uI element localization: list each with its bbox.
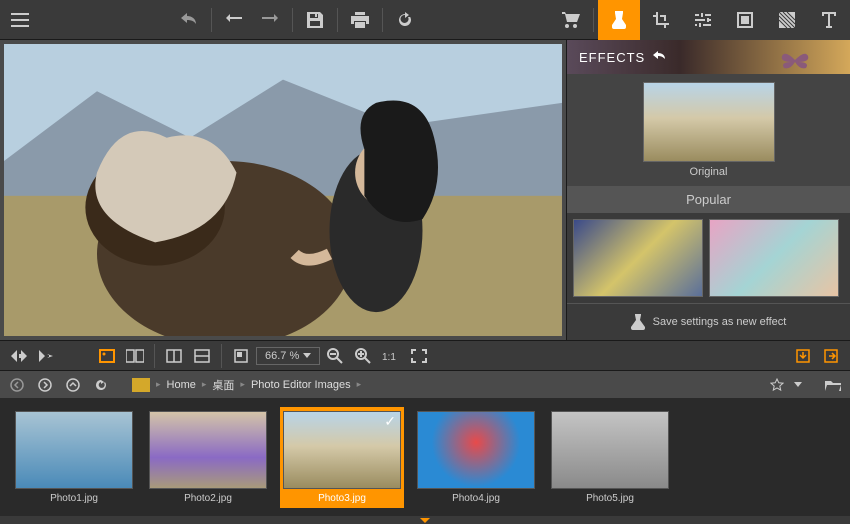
nav-refresh-button[interactable]: [90, 374, 112, 396]
main-image: [4, 44, 562, 336]
fit-screen-button[interactable]: [406, 343, 432, 369]
original-thumbnail[interactable]: [643, 82, 775, 162]
refresh-button[interactable]: [387, 0, 423, 40]
top-toolbar: [0, 0, 850, 40]
undo-button[interactable]: [171, 0, 207, 40]
effects-title: EFFECTS: [579, 50, 645, 65]
split-horizontal-button[interactable]: [189, 343, 215, 369]
nav-back-button[interactable]: [6, 374, 28, 396]
popular-header: Popular: [567, 186, 850, 213]
text-tab[interactable]: [808, 0, 850, 40]
undo-arrow-button[interactable]: [216, 0, 252, 40]
thumbnail-image: [149, 411, 267, 489]
frames-tab[interactable]: [724, 0, 766, 40]
favorite-button[interactable]: [766, 374, 788, 396]
collapse-strip-button[interactable]: [0, 516, 850, 524]
folder-icon: [132, 378, 150, 392]
compare-view-button[interactable]: [122, 343, 148, 369]
chevron-down-icon: [303, 353, 311, 358]
original-label: Original: [575, 166, 842, 178]
view-toolbar: 66.7 % 1:1: [0, 340, 850, 370]
film-strip: Photo1.jpg Photo2.jpg ✓ Photo3.jpg Photo…: [0, 398, 850, 516]
thumbnail-label: Photo1.jpg: [50, 493, 98, 504]
thumbnail-image: [551, 411, 669, 489]
cart-button[interactable]: [553, 0, 589, 40]
navigator-button[interactable]: [228, 343, 254, 369]
thumbnail-label: Photo4.jpg: [452, 493, 500, 504]
flask-icon: [631, 314, 645, 330]
canvas-area[interactable]: [0, 40, 566, 340]
next-image-button[interactable]: [34, 343, 60, 369]
effects-tab[interactable]: [598, 0, 640, 40]
single-view-button[interactable]: [94, 343, 120, 369]
prev-image-button[interactable]: [6, 343, 32, 369]
thumbnail-item[interactable]: Photo2.jpg: [146, 407, 270, 508]
check-icon: ✓: [384, 413, 396, 430]
effect-preset-2[interactable]: [709, 219, 839, 297]
actual-size-button[interactable]: 1:1: [378, 343, 404, 369]
effects-panel: EFFECTS Original Popular Save settings a…: [566, 40, 850, 340]
menu-button[interactable]: [0, 0, 40, 40]
thumbnail-image: [417, 411, 535, 489]
zoom-in-button[interactable]: [350, 343, 376, 369]
print-button[interactable]: [342, 0, 378, 40]
nav-up-button[interactable]: [62, 374, 84, 396]
zoom-level[interactable]: 66.7 %: [256, 347, 320, 365]
original-section: Original: [567, 74, 850, 186]
open-folder-button[interactable]: [822, 374, 844, 396]
save-effect-label: Save settings as new effect: [653, 316, 787, 328]
save-button[interactable]: [297, 0, 333, 40]
thumbnail-label: Photo2.jpg: [184, 493, 232, 504]
save-effect-button[interactable]: Save settings as new effect: [567, 303, 850, 340]
textures-tab[interactable]: [766, 0, 808, 40]
crop-tab[interactable]: [640, 0, 682, 40]
breadcrumb-bar: ▸ Home ▸ 桌面 ▸ Photo Editor Images ▸: [0, 370, 850, 398]
thumbnail-item-selected[interactable]: ✓ Photo3.jpg: [280, 407, 404, 508]
breadcrumb-item[interactable]: Photo Editor Images: [251, 379, 351, 391]
split-vertical-button[interactable]: [161, 343, 187, 369]
thumbnail-label: Photo3.jpg: [318, 493, 366, 504]
adjust-tab[interactable]: [682, 0, 724, 40]
thumbnail-item[interactable]: Photo5.jpg: [548, 407, 672, 508]
zoom-out-button[interactable]: [322, 343, 348, 369]
effect-preset-1[interactable]: [573, 219, 703, 297]
chevron-down-icon: [794, 382, 802, 387]
redo-arrow-button[interactable]: [252, 0, 288, 40]
effects-grid: [567, 213, 850, 303]
export-button[interactable]: [790, 343, 816, 369]
thumbnail-item[interactable]: Photo1.jpg: [12, 407, 136, 508]
share-button[interactable]: [818, 343, 844, 369]
breadcrumb-item[interactable]: Home: [167, 379, 196, 391]
effects-header: EFFECTS: [567, 40, 850, 74]
nav-forward-button[interactable]: [34, 374, 56, 396]
thumbnail-item[interactable]: Photo4.jpg: [414, 407, 538, 508]
thumbnail-image: [15, 411, 133, 489]
thumbnail-label: Photo5.jpg: [586, 493, 634, 504]
effects-reset-icon[interactable]: [653, 51, 667, 63]
butterfly-icon: [780, 48, 810, 72]
svg-text:1:1: 1:1: [382, 352, 396, 363]
breadcrumb-item[interactable]: 桌面: [212, 377, 234, 393]
